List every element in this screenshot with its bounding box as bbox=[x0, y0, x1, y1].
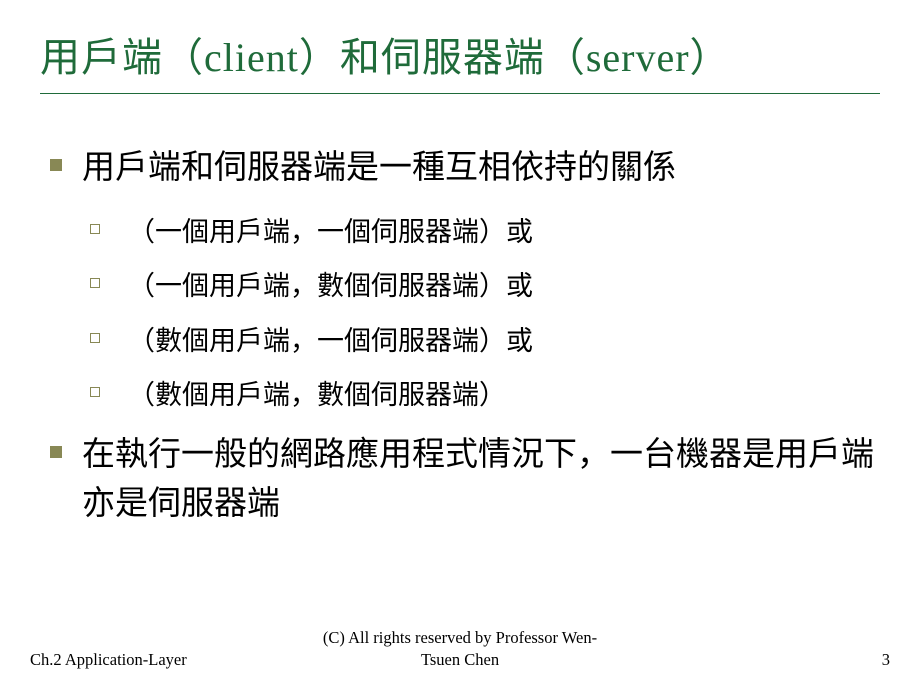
bullet-text: （數個用戶端，數個伺服器端） bbox=[128, 375, 506, 416]
bullet-level-1: 在執行一般的網路應用程式情況下，一台機器是用戶端亦是伺服器端 bbox=[50, 431, 880, 530]
footer-copyright: (C) All rights reserved by Professor Wen… bbox=[317, 627, 604, 670]
square-outline-icon bbox=[90, 278, 100, 288]
bullet-text: 用戶端和伺服器端是一種互相依持的關係 bbox=[82, 144, 676, 194]
square-outline-icon bbox=[90, 333, 100, 343]
bullet-level-2: （一個用戶端，數個伺服器端）或 bbox=[90, 266, 880, 307]
footer-page-number: 3 bbox=[603, 650, 890, 670]
slide-content: 用戶端和伺服器端是一種互相依持的關係 （一個用戶端，一個伺服器端）或 （一個用戶… bbox=[40, 144, 880, 530]
footer-chapter: Ch.2 Application-Layer bbox=[30, 650, 317, 670]
slide-title: 用戶端（client）和伺服器端（server） bbox=[40, 25, 880, 94]
bullet-text: （數個用戶端，一個伺服器端）或 bbox=[128, 321, 533, 362]
slide-container: 用戶端（client）和伺服器端（server） 用戶端和伺服器端是一種互相依持… bbox=[0, 0, 920, 690]
bullet-text: （一個用戶端，一個伺服器端）或 bbox=[128, 212, 533, 253]
bullet-level-2: （一個用戶端，一個伺服器端）或 bbox=[90, 212, 880, 253]
square-outline-icon bbox=[90, 387, 100, 397]
bullet-text: 在執行一般的網路應用程式情況下，一台機器是用戶端亦是伺服器端 bbox=[82, 431, 880, 530]
square-filled-icon bbox=[50, 159, 62, 171]
bullet-level-2: （數個用戶端，一個伺服器端）或 bbox=[90, 321, 880, 362]
bullet-level-2: （數個用戶端，數個伺服器端） bbox=[90, 375, 880, 416]
sub-bullet-group: （一個用戶端，一個伺服器端）或 （一個用戶端，數個伺服器端）或 （數個用戶端，一… bbox=[50, 212, 880, 416]
square-outline-icon bbox=[90, 224, 100, 234]
slide-footer: Ch.2 Application-Layer (C) All rights re… bbox=[0, 627, 920, 670]
bullet-text: （一個用戶端，數個伺服器端）或 bbox=[128, 266, 533, 307]
bullet-level-1: 用戶端和伺服器端是一種互相依持的關係 bbox=[50, 144, 880, 194]
square-filled-icon bbox=[50, 446, 62, 458]
